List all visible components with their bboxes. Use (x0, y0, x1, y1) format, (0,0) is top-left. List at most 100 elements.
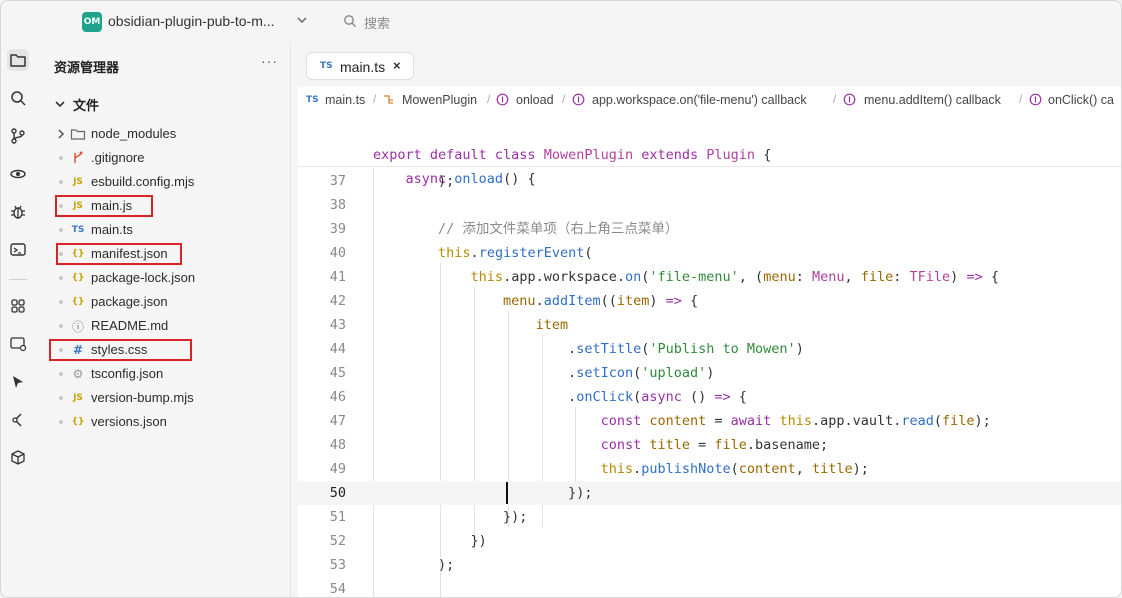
code-line[interactable]: 37 ); (298, 169, 1121, 193)
code-line[interactable]: 52 }) (298, 529, 1121, 553)
title-bar: OM obsidian-plugin-pub-to-m... 搜索 (1, 1, 1121, 43)
sticky-line[interactable]: export default class MowenPlugin extends… (298, 119, 1121, 163)
tree-item-label: versions.json (91, 414, 167, 429)
js-icon: JS (73, 177, 83, 187)
more-actions-icon[interactable]: ··· (261, 53, 278, 69)
tree-item-label: node_modules (91, 126, 177, 141)
apps-icon[interactable] (7, 295, 29, 317)
code-line[interactable]: 43 item (298, 313, 1121, 337)
breadcrumb-item[interactable]: onClick() ca (1048, 93, 1114, 107)
explorer-title: 资源管理器 (54, 60, 120, 75)
tree-item-package-lock-json[interactable]: {} package-lock.json (39, 266, 291, 290)
chevron-right-icon[interactable] (55, 128, 67, 140)
code-line[interactable]: 49 this.publishNote(content, title); (298, 457, 1121, 481)
tree-item-version-bump[interactable]: JS version-bump.mjs (39, 386, 291, 410)
tree-item-label: package.json (91, 294, 168, 309)
ts-icon: TS (320, 61, 333, 71)
highlight-box-manifest-json (56, 243, 182, 265)
explorer-sidebar: 资源管理器 ··· 文件 node_modules .gitignore JS … (39, 43, 291, 597)
remote-icon[interactable] (7, 333, 29, 355)
cursor-pointer-icon[interactable] (7, 371, 29, 393)
project-name[interactable]: obsidian-plugin-pub-to-m... (108, 13, 275, 29)
search-icon[interactable] (343, 14, 357, 28)
json-icon: {} (71, 417, 85, 427)
method-icon (496, 93, 509, 106)
git-icon (74, 151, 83, 163)
code-line[interactable]: 51 }); (298, 505, 1121, 529)
gear-icon: ⚙ (72, 367, 84, 381)
tree-item-label: main.ts (91, 222, 133, 237)
js-icon: JS (73, 393, 83, 403)
json-icon: {} (71, 273, 85, 283)
tab-main-ts[interactable]: TS main.ts × (306, 52, 414, 80)
editor-tabs: TS main.ts × (298, 43, 1121, 87)
code-line-current[interactable]: 50 }); (298, 481, 1121, 505)
code-line[interactable]: 46 .onClick(async () => { (298, 385, 1121, 409)
chevron-down-icon[interactable] (295, 13, 309, 27)
ts-icon: TS (306, 95, 319, 105)
tree-item-versions-json[interactable]: {} versions.json (39, 410, 291, 434)
json-icon: {} (71, 297, 85, 307)
search-icon[interactable] (7, 87, 29, 109)
breadcrumb-item[interactable]: main.ts (325, 93, 365, 107)
code-comment: // 添加文件菜单项（右上角三点菜单） (438, 221, 679, 237)
code-line[interactable]: 38 (298, 193, 1121, 217)
code-line[interactable]: 54 (298, 577, 1121, 597)
extensions-icon[interactable] (7, 163, 29, 185)
files-section-header[interactable]: 文件 (73, 95, 99, 114)
tree-item-esbuild-config[interactable]: JS esbuild.config.mjs (39, 170, 291, 194)
code-line[interactable]: 44 .setTitle('Publish to Mowen') (298, 337, 1121, 361)
activity-bar (1, 43, 39, 597)
search-input[interactable]: 搜索 (364, 13, 390, 32)
files-icon[interactable] (7, 49, 29, 71)
editor-pane: TS main.ts × TS main.ts / MowenPlugin / … (298, 43, 1121, 597)
code-line[interactable]: 40 this.registerEvent( (298, 241, 1121, 265)
tree-item-label: README.md (91, 318, 169, 333)
app-window: OM obsidian-plugin-pub-to-m... 搜索 资源管理器 … (0, 0, 1122, 598)
tree-item-label: version-bump.mjs (91, 390, 194, 405)
breadcrumb-item[interactable]: menu.addItem() callback (864, 93, 1001, 107)
tree-item-label: tsconfig.json (91, 366, 164, 381)
text-cursor (506, 482, 508, 504)
breadcrumb-item[interactable]: onload (516, 93, 554, 107)
tree-item-gitignore[interactable]: .gitignore (39, 146, 291, 170)
activity-divider (9, 279, 27, 280)
code-line[interactable]: 53 ); (298, 553, 1121, 577)
chevron-down-icon[interactable] (54, 98, 66, 110)
highlight-box-styles-css (49, 339, 192, 361)
tree-item-label: .gitignore (91, 150, 145, 165)
folder-icon (70, 129, 86, 140)
code-line[interactable]: 42 menu.addItem((item) => { (298, 289, 1121, 313)
breadcrumb-item[interactable]: app.workspace.on('file-menu') callback (592, 93, 807, 107)
tree-item-tsconfig-json[interactable]: ⚙ tsconfig.json (39, 362, 291, 386)
tab-label: main.ts (340, 59, 386, 75)
terminal-icon[interactable] (7, 239, 29, 261)
method-icon (1029, 93, 1042, 106)
code-line[interactable]: 39 // 添加文件菜单项（右上角三点菜单） (298, 217, 1121, 241)
breadcrumb: TS main.ts / MowenPlugin / onload / app.… (298, 87, 1121, 113)
sticky-scroll-header: export default class MowenPlugin extends… (298, 115, 1121, 187)
code-line[interactable]: 45 .setIcon('upload') (298, 361, 1121, 385)
sticky-line[interactable]: async onload() { (298, 143, 1121, 187)
debug-icon[interactable] (7, 201, 29, 223)
package-icon[interactable] (7, 447, 29, 469)
project-badge[interactable]: OM (82, 12, 102, 32)
close-icon[interactable]: × (393, 58, 401, 73)
class-icon (384, 95, 393, 104)
tree-item-readme[interactable]: ⓘ README.md (39, 314, 291, 338)
method-icon (572, 93, 585, 106)
code-line[interactable]: 41 this.app.workspace.on('file-menu', (m… (298, 265, 1121, 289)
tree-item-main-ts[interactable]: TS main.ts (39, 218, 291, 242)
code-line[interactable]: 48 const title = file.basename; (298, 433, 1121, 457)
git-graph-icon[interactable] (7, 409, 29, 431)
info-icon: ⓘ (71, 319, 84, 334)
tree-item-label: package-lock.json (91, 270, 196, 285)
highlight-box-main-js (55, 195, 153, 217)
tree-item-label: esbuild.config.mjs (91, 174, 195, 189)
source-control-icon[interactable] (7, 125, 29, 147)
breadcrumb-item[interactable]: MowenPlugin (402, 93, 477, 107)
tree-item-node-modules[interactable]: node_modules (39, 122, 291, 146)
code-line[interactable]: 47 const content = await this.app.vault.… (298, 409, 1121, 433)
ts-icon: TS (71, 225, 85, 235)
tree-item-package-json[interactable]: {} package.json (39, 290, 291, 314)
